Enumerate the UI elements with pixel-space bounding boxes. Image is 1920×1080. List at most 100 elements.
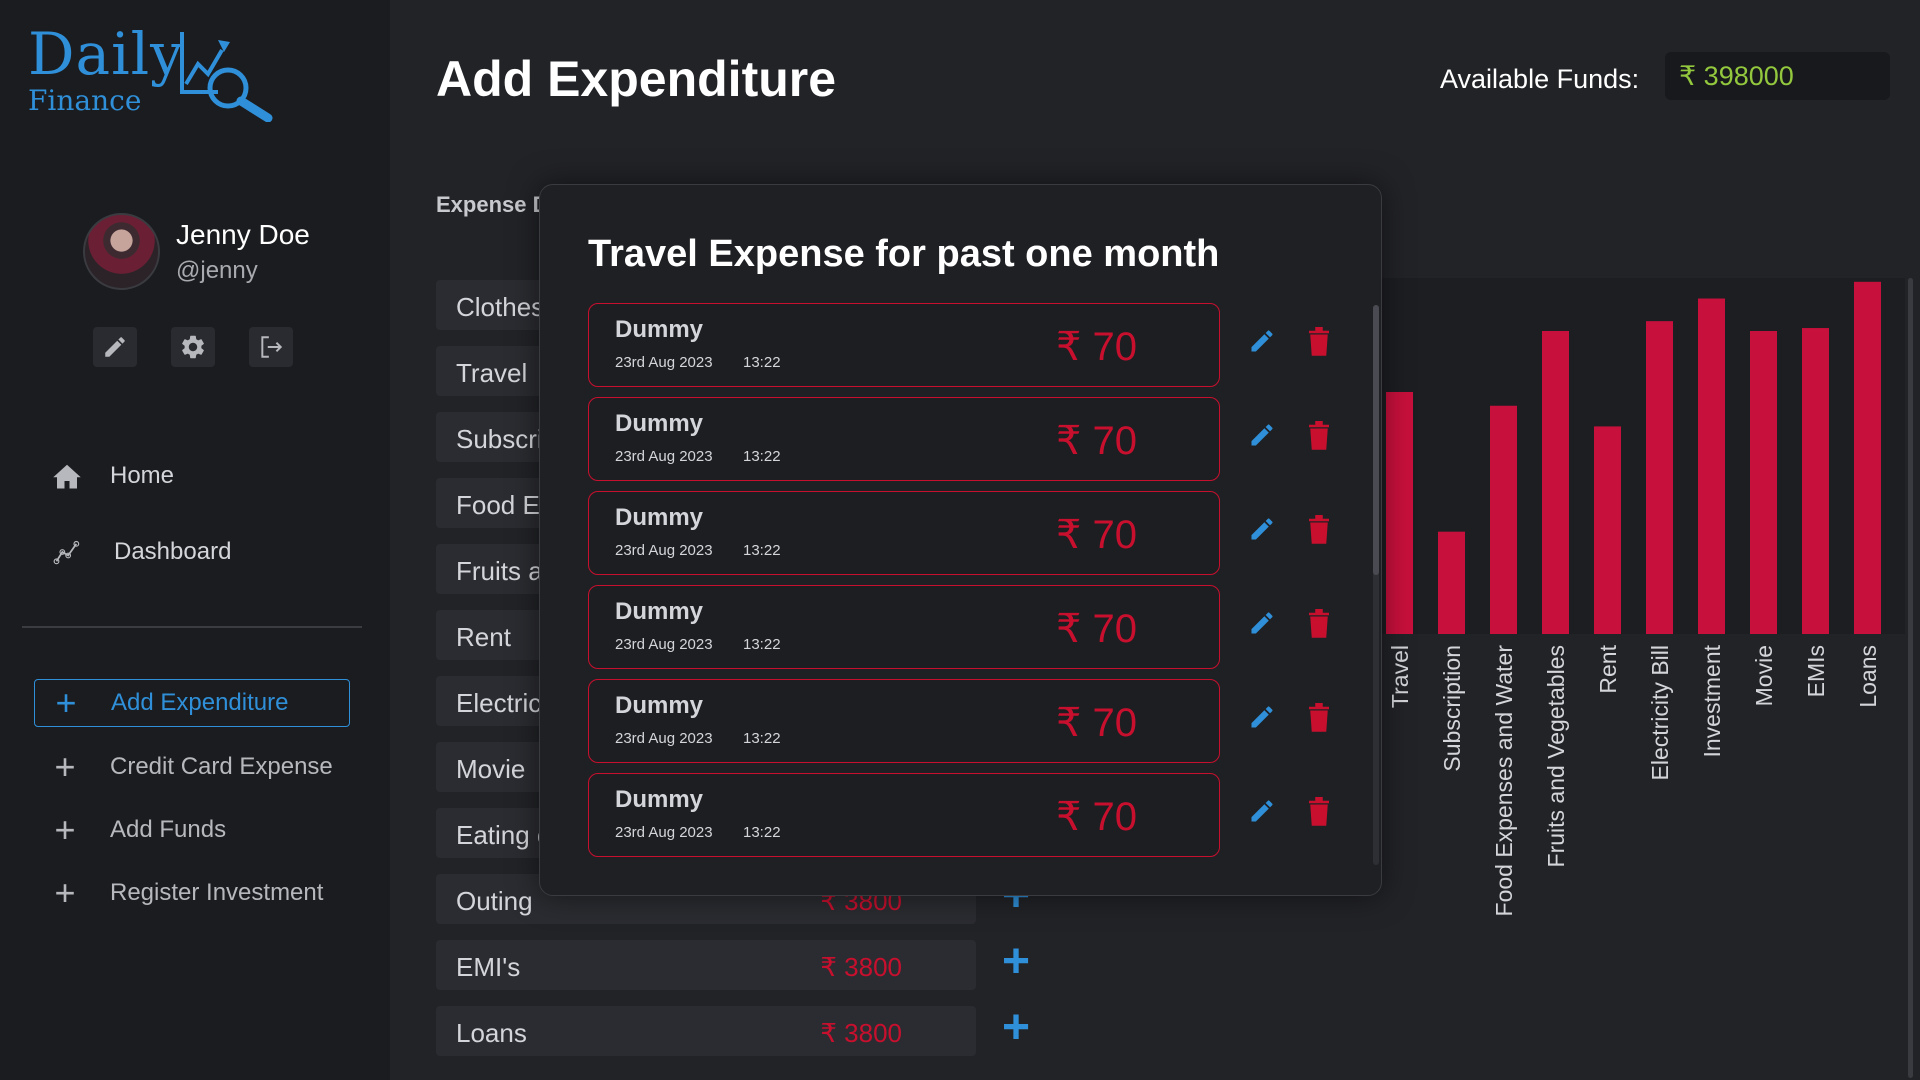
home-icon xyxy=(53,464,81,489)
plus-icon: + xyxy=(54,746,76,787)
logo-finance-text: Finance xyxy=(28,84,142,117)
chart-bar[interactable] xyxy=(1646,321,1673,634)
app-logo[interactable]: Daily Finance xyxy=(28,22,184,117)
plus-icon: + xyxy=(54,809,76,850)
entry-amount: ₹ 70 xyxy=(1055,795,1137,839)
chart-bar[interactable] xyxy=(1802,328,1829,634)
chart-category-label: Investment xyxy=(1699,645,1725,758)
chart-bar[interactable] xyxy=(1386,391,1413,634)
profile-name: Jenny Doe xyxy=(176,218,310,250)
entry-amount: ₹ 70 xyxy=(1055,701,1137,745)
pencil-icon xyxy=(105,337,125,357)
action-label: Add Expenditure xyxy=(111,689,289,716)
expense-row-amount: ₹ 3800 xyxy=(820,1018,902,1048)
expense-entry-card[interactable]: Dummy 23rd Aug 2023 13:22 ₹ 70 xyxy=(588,773,1220,857)
expense-row[interactable]: Loans ₹ 3800 xyxy=(436,1006,976,1056)
edit-entry-pencil-icon[interactable] xyxy=(1248,327,1276,360)
expense-row-name: EMI's xyxy=(456,952,521,982)
expense-row-name: Subscri xyxy=(456,424,543,454)
edit-entry-pencil-icon[interactable] xyxy=(1248,609,1276,642)
chart-category-label: EMIs xyxy=(1803,645,1829,698)
plus-icon: + xyxy=(55,682,77,723)
logout-icon xyxy=(261,336,283,358)
entry-date: 23rd Aug 2023 xyxy=(615,636,713,653)
action-credit-card-expense[interactable]: + Credit Card Expense xyxy=(50,746,332,787)
chart-bar[interactable] xyxy=(1854,281,1881,634)
expense-row-name: Travel xyxy=(456,358,528,388)
entry-time: 13:22 xyxy=(743,636,781,653)
action-label: Register Investment xyxy=(110,879,324,906)
nav-item-dashboard[interactable]: Dashboard xyxy=(50,538,231,566)
expense-row-name: Electric xyxy=(456,688,542,718)
expense-entry-card[interactable]: Dummy 23rd Aug 2023 13:22 ₹ 70 xyxy=(588,679,1220,763)
chart-category-label: Fruits and Vegetables xyxy=(1543,645,1569,868)
gear-icon xyxy=(182,335,204,359)
avatar[interactable] xyxy=(83,213,160,290)
entry-date: 23rd Aug 2023 xyxy=(615,448,713,465)
action-register-investment[interactable]: + Register Investment xyxy=(50,872,324,913)
entry-date: 23rd Aug 2023 xyxy=(615,354,713,371)
chart-bar[interactable] xyxy=(1542,330,1569,634)
expense-bar-chart xyxy=(1386,281,1881,634)
edit-entry-pencil-icon[interactable] xyxy=(1248,421,1276,454)
expense-entry-card[interactable]: Dummy 23rd Aug 2023 13:22 ₹ 70 xyxy=(588,585,1220,669)
delete-entry-trash-icon[interactable] xyxy=(1304,701,1334,740)
delete-entry-trash-icon[interactable] xyxy=(1304,325,1334,364)
delete-entry-trash-icon[interactable] xyxy=(1304,795,1334,834)
entry-date: 23rd Aug 2023 xyxy=(615,542,713,559)
profile-username: @jenny xyxy=(176,256,258,284)
entry-time: 13:22 xyxy=(743,730,781,747)
entry-name: Dummy xyxy=(615,692,704,719)
logo-daily-text: Daily xyxy=(28,20,184,88)
settings-button[interactable] xyxy=(171,327,215,367)
expense-row-name: Eating o xyxy=(456,820,552,850)
entry-amount: ₹ 70 xyxy=(1055,325,1137,369)
entry-time: 13:22 xyxy=(743,354,781,371)
expense-row[interactable]: EMI's ₹ 3800 xyxy=(436,940,976,990)
chart-bar[interactable] xyxy=(1594,426,1621,634)
edit-profile-button[interactable] xyxy=(93,327,137,367)
page-title: Add Expenditure xyxy=(436,51,837,107)
edit-entry-pencil-icon[interactable] xyxy=(1248,515,1276,548)
entry-name: Dummy xyxy=(615,410,704,437)
expense-entry-card[interactable]: Dummy 23rd Aug 2023 13:22 ₹ 70 xyxy=(588,303,1220,387)
action-add-funds[interactable]: + Add Funds xyxy=(50,809,227,850)
nav-item-label: Dashboard xyxy=(114,538,232,565)
travel-expense-modal: Travel Expense for past one month Dummy 2… xyxy=(539,184,1382,896)
delete-entry-trash-icon[interactable] xyxy=(1304,607,1334,646)
add-expense-plus-icon[interactable]: + xyxy=(1002,1004,1030,1052)
chart-category-label: Subscription xyxy=(1439,645,1465,772)
expense-entry-card[interactable]: Dummy 23rd Aug 2023 13:22 ₹ 70 xyxy=(588,397,1220,481)
entry-name: Dummy xyxy=(615,316,704,343)
entry-time: 13:22 xyxy=(743,824,781,841)
modal-title: Travel Expense for past one month xyxy=(588,233,1220,275)
modal-scrollbar[interactable] xyxy=(1373,305,1379,865)
delete-entry-trash-icon[interactable] xyxy=(1304,513,1334,552)
expense-row-amount: ₹ 3800 xyxy=(820,952,902,982)
action-label: Add Funds xyxy=(110,816,227,843)
chart-category-label: Loans xyxy=(1855,645,1881,708)
expense-row-name: Clothes xyxy=(456,292,545,322)
chart-category-label: Rent xyxy=(1595,645,1621,694)
delete-entry-trash-icon[interactable] xyxy=(1304,419,1334,458)
chart-bar[interactable] xyxy=(1490,405,1517,634)
edit-entry-pencil-icon[interactable] xyxy=(1248,797,1276,830)
entry-name: Dummy xyxy=(615,786,704,813)
logout-button[interactable] xyxy=(249,327,293,367)
chart-bar[interactable] xyxy=(1438,531,1465,634)
add-expense-plus-icon[interactable]: + xyxy=(1002,938,1030,986)
action-add-expenditure[interactable]: + Add Expenditure xyxy=(34,679,350,727)
plus-icon: + xyxy=(54,872,76,913)
edit-entry-pencil-icon[interactable] xyxy=(1248,703,1276,736)
expense-entry-card[interactable]: Dummy 23rd Aug 2023 13:22 ₹ 70 xyxy=(588,491,1220,575)
entry-amount: ₹ 70 xyxy=(1055,607,1137,651)
page-scrollbar[interactable] xyxy=(1908,278,1913,1078)
chart-bar[interactable] xyxy=(1750,330,1777,634)
chart-category-label: Electricity Bill xyxy=(1647,645,1673,781)
modal-scrollbar-thumb[interactable] xyxy=(1373,305,1379,575)
entry-time: 13:22 xyxy=(743,542,781,559)
chart-bar[interactable] xyxy=(1698,298,1725,634)
nav-item-home[interactable]: Home xyxy=(50,462,174,490)
available-funds-value: ₹ 398000 xyxy=(1665,52,1890,100)
expense-row-name: Movie xyxy=(456,754,526,784)
